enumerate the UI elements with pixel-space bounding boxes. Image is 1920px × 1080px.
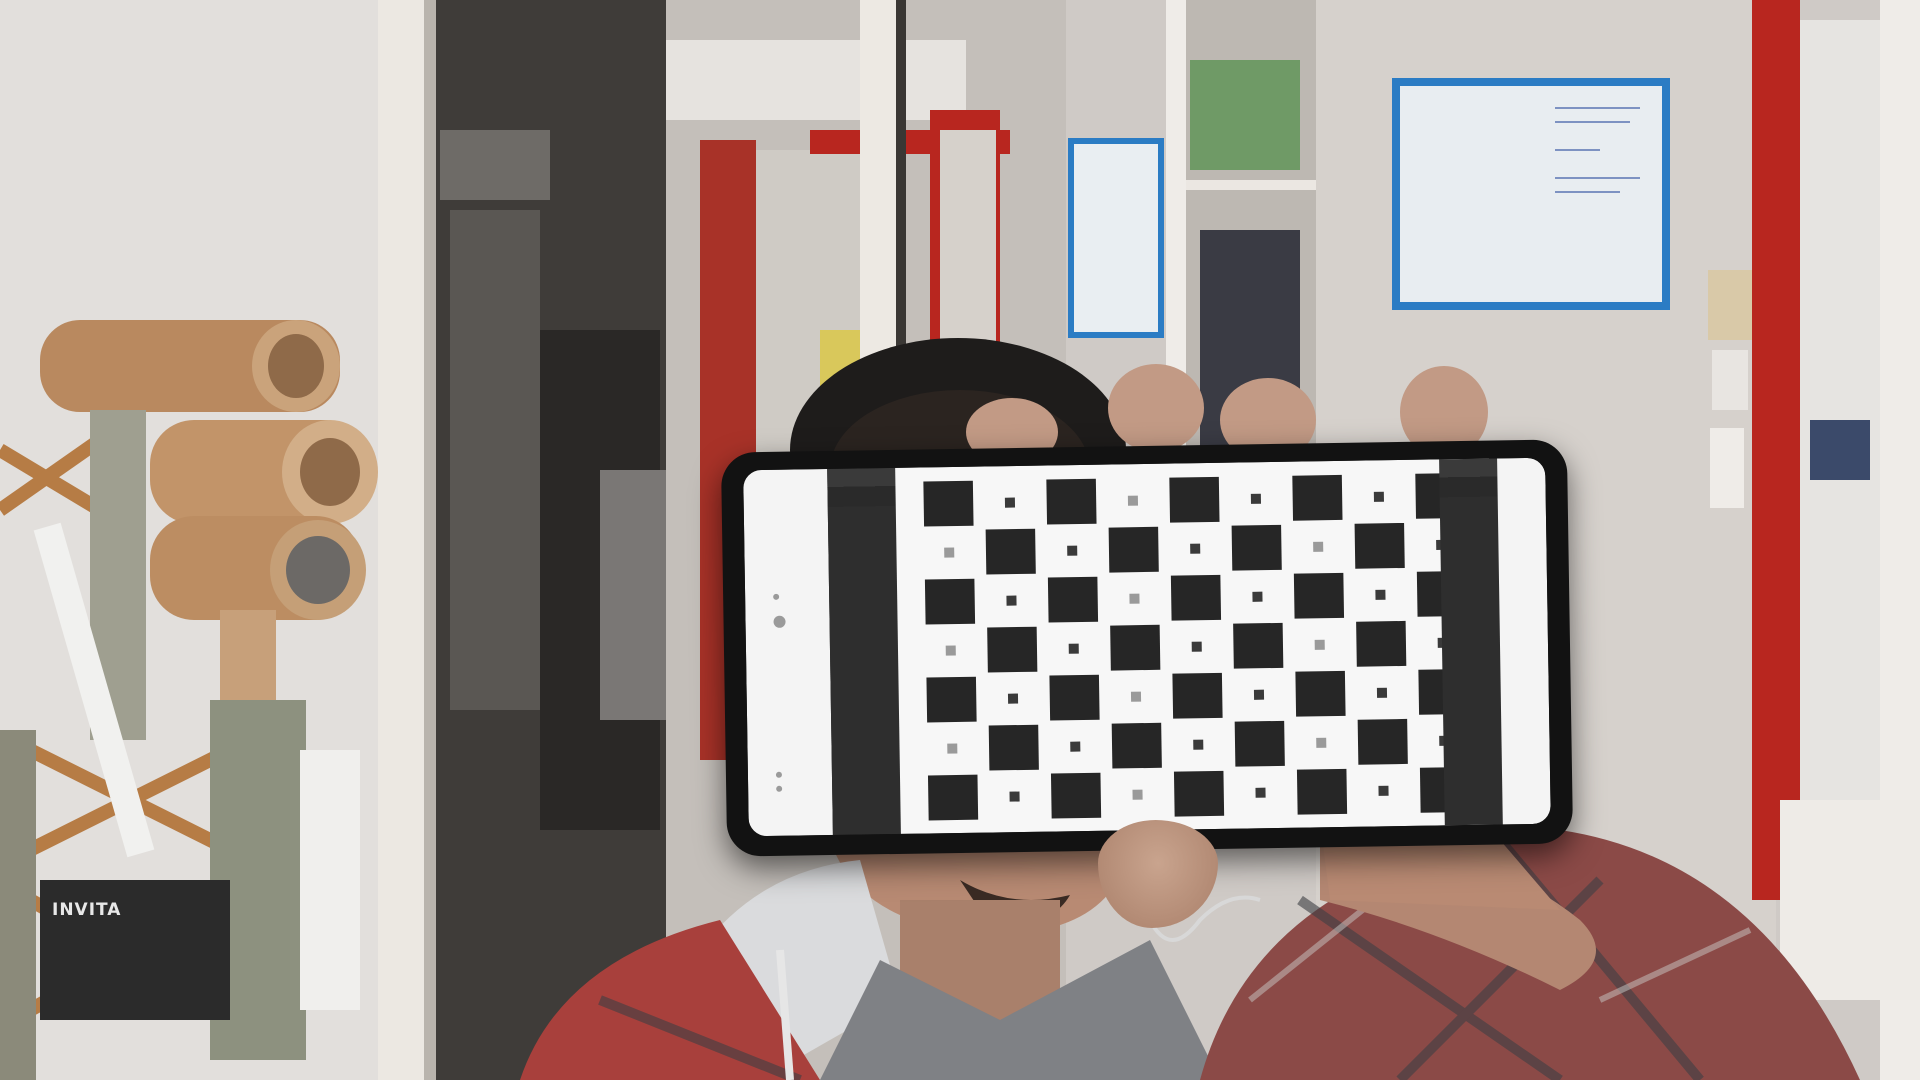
board-square: [985, 528, 1036, 575]
phone-left-strip: [743, 469, 833, 837]
aruco-marker: [1127, 495, 1139, 506]
aruco-marker: [1373, 491, 1384, 502]
aruco-marker: [947, 743, 958, 754]
board-square: [923, 480, 974, 527]
aruco-marker: [1006, 595, 1017, 606]
board-square: [1354, 522, 1405, 569]
aruco-marker: [1070, 741, 1081, 752]
board-square: [1295, 670, 1346, 717]
aruco-marker: [1190, 543, 1201, 554]
charuco-board-graphic: [923, 472, 1471, 821]
aruco-marker: [1252, 591, 1263, 602]
charuco-board: [895, 458, 1495, 834]
board-square: [988, 724, 1039, 771]
aruco-marker: [1007, 693, 1019, 704]
board-square: [1296, 768, 1348, 815]
aruco-marker: [1004, 497, 1016, 508]
aruco-marker: [1313, 541, 1324, 552]
board-square: [1050, 772, 1102, 819]
aruco-marker: [1009, 791, 1020, 802]
aruco-marker: [1253, 689, 1265, 700]
phone-screen: [743, 457, 1551, 837]
aruco-marker: [1129, 593, 1140, 604]
aruco-marker: [1255, 787, 1266, 798]
aruco-marker: [1068, 643, 1079, 654]
aruco-marker: [1375, 589, 1386, 600]
aruco-marker: [1316, 737, 1327, 748]
board-square: [927, 774, 979, 821]
board-square: [1356, 620, 1407, 667]
aruco-marker: [944, 547, 955, 558]
aruco-marker: [1250, 493, 1261, 504]
board-square: [1293, 572, 1345, 619]
board-square: [1047, 576, 1099, 623]
board-square: [924, 578, 976, 625]
board-square: [1111, 722, 1162, 769]
board-square: [1170, 574, 1222, 621]
aruco-marker: [1376, 687, 1388, 698]
phone-dark-panel-left: [827, 467, 901, 835]
aruco-marker: [1378, 785, 1389, 796]
aruco-marker: [1314, 639, 1325, 650]
aruco-marker: [1130, 691, 1142, 702]
aruco-marker: [1067, 545, 1078, 556]
envelope-printed-text: INVITA: [52, 900, 122, 920]
board-square: [1172, 672, 1223, 719]
board-square: [1046, 478, 1097, 525]
aruco-marker: [1132, 789, 1143, 800]
phone-right-strip: [1497, 457, 1551, 825]
board-square: [1234, 720, 1285, 767]
aruco-marker: [945, 645, 956, 656]
board-square: [1108, 526, 1159, 573]
board-square: [1049, 674, 1100, 721]
phone-dark-panel-right: [1439, 458, 1503, 826]
board-square: [1173, 770, 1225, 817]
board-square: [1169, 476, 1220, 523]
board-square: [926, 676, 977, 723]
board-square: [1357, 718, 1408, 765]
aruco-marker: [1191, 641, 1202, 652]
board-square: [1231, 524, 1282, 571]
phone: [720, 439, 1574, 857]
board-square: [1110, 624, 1161, 671]
board-square: [1292, 474, 1343, 521]
board-square: [987, 626, 1038, 673]
aruco-marker: [1193, 739, 1204, 750]
board-square: [1233, 622, 1284, 669]
